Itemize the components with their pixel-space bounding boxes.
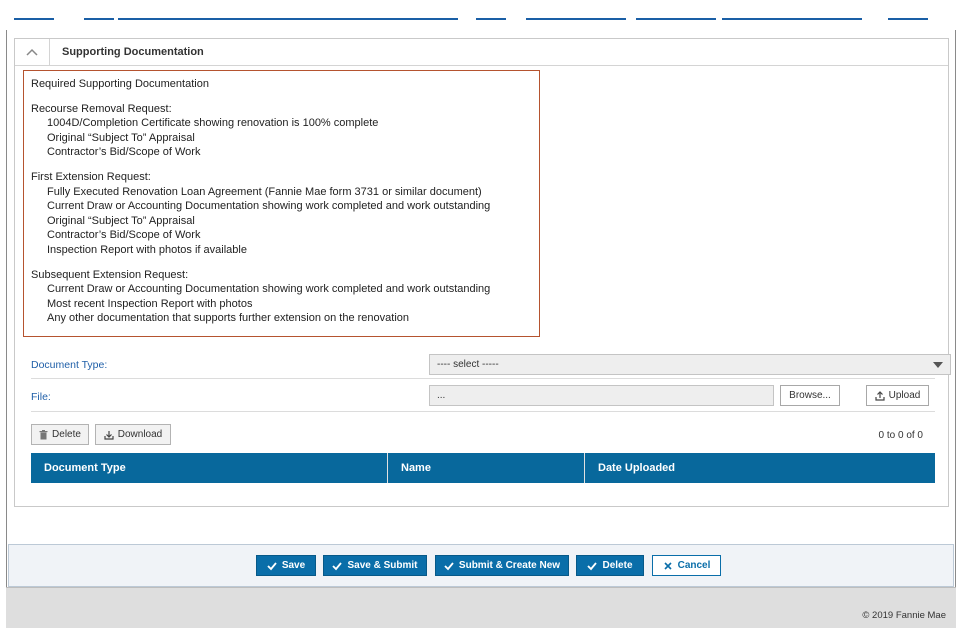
document-type-row: Document Type: ---- select -----	[31, 352, 951, 379]
nav-tab-underline	[526, 18, 626, 20]
copyright-text: © 2019 Fannie Mae	[862, 610, 946, 621]
nav-tab-underline	[476, 18, 506, 20]
document-type-value: ---- select -----	[437, 359, 499, 370]
list-item: Contractor’s Bid/Scope of Work	[47, 146, 201, 159]
document-type-select[interactable]: ---- select -----	[429, 354, 951, 375]
column-header-name[interactable]: Name	[388, 453, 585, 483]
nav-tab-underline	[888, 18, 928, 20]
list-item: Original “Subject To” Appraisal	[47, 214, 195, 227]
browse-label: Browse...	[789, 390, 831, 401]
nav-tab-underline	[722, 18, 862, 20]
submit-and-create-new-button[interactable]: Submit & Create New	[435, 555, 569, 576]
documents-table-header: Document Type Name Date Uploaded	[31, 453, 935, 483]
upload-label: Upload	[888, 390, 921, 401]
submit-and-create-new-label: Submit & Create New	[458, 560, 561, 571]
save-and-submit-label: Save & Submit	[347, 560, 418, 571]
panel-header: Supporting Documentation	[15, 39, 948, 66]
save-label: Save	[281, 560, 306, 571]
column-header-date-uploaded[interactable]: Date Uploaded	[585, 453, 935, 483]
required-documentation-box: Required Supporting Documentation Recour…	[23, 70, 540, 337]
browse-button[interactable]: Browse...	[780, 385, 840, 406]
delete-label: Delete	[52, 429, 81, 440]
panel-title: Supporting Documentation	[62, 46, 204, 58]
trash-icon	[39, 429, 48, 439]
file-path-value: ...	[437, 390, 446, 401]
cancel-button[interactable]: Cancel	[652, 555, 721, 576]
file-row: File: ... Browse... Upload	[31, 382, 935, 412]
nav-tab-underline	[14, 18, 54, 20]
check-icon	[444, 561, 454, 570]
file-path-field[interactable]: ...	[429, 385, 774, 406]
collapse-button[interactable]	[15, 39, 50, 65]
footer: © 2019 Fannie Mae	[6, 587, 956, 628]
list-item: Contractor’s Bid/Scope of Work	[47, 229, 201, 242]
delete-button[interactable]: Delete	[576, 555, 644, 576]
upload-icon	[875, 390, 885, 401]
section-title: Recourse Removal Request:	[31, 102, 172, 115]
download-icon	[104, 430, 114, 440]
upload-button[interactable]: Upload	[866, 385, 929, 406]
required-heading: Required Supporting Documentation	[31, 78, 209, 90]
record-count: 0 to 0 of 0	[878, 430, 923, 441]
nav-tab-underline	[118, 18, 458, 20]
list-item: Inspection Report with photos if availab…	[47, 243, 247, 256]
cancel-label: Cancel	[677, 560, 711, 571]
list-item: Original “Subject To” Appraisal	[47, 131, 195, 144]
list-item: Current Draw or Accounting Documentation…	[47, 283, 491, 296]
save-button[interactable]: Save	[256, 555, 316, 576]
action-bar: Save Save & Submit Submit & Create New D…	[8, 544, 954, 587]
save-and-submit-button[interactable]: Save & Submit	[323, 555, 427, 576]
list-item: Most recent Inspection Report with photo…	[47, 297, 253, 310]
close-icon	[664, 561, 672, 570]
column-header-document-type[interactable]: Document Type	[31, 453, 388, 483]
nav-tab-underline	[84, 18, 114, 20]
file-label: File:	[31, 390, 51, 403]
delete-action-label: Delete	[602, 560, 633, 571]
list-item: Any other documentation that supports fu…	[47, 312, 410, 325]
chevron-up-icon	[26, 48, 38, 56]
document-type-label: Document Type:	[31, 359, 108, 371]
check-icon	[267, 561, 277, 570]
nav-tab-underline	[636, 18, 716, 20]
section-title: First Extension Request:	[31, 170, 151, 183]
download-label: Download	[117, 429, 163, 440]
download-button[interactable]: Download	[95, 424, 171, 445]
supporting-documentation-panel: Supporting Documentation Required Suppor…	[14, 38, 951, 507]
section-title: Subsequent Extension Request:	[31, 268, 189, 281]
check-icon	[332, 561, 343, 570]
caret-down-icon	[933, 362, 943, 368]
check-icon	[587, 561, 598, 570]
top-nav-strip	[0, 0, 966, 30]
list-item: Current Draw or Accounting Documentation…	[47, 200, 491, 213]
list-item: Fully Executed Renovation Loan Agreement…	[47, 185, 482, 198]
delete-document-button[interactable]: Delete	[31, 424, 89, 445]
list-item: 1004D/Completion Certificate showing ren…	[47, 117, 379, 130]
